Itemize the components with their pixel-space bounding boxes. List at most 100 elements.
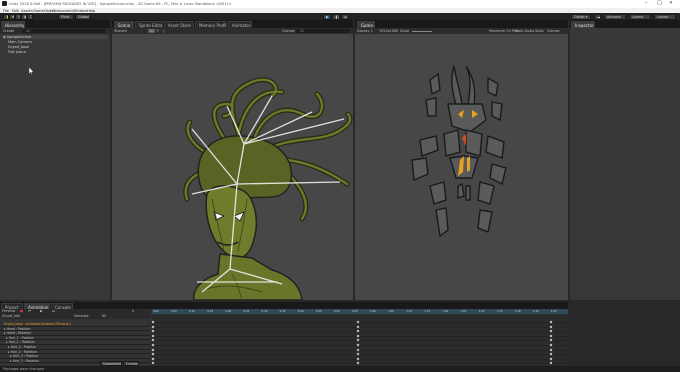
game-gizmos-dropdown[interactable]: Gizmos [547, 29, 560, 33]
menu-edit[interactable]: Edit [12, 9, 19, 13]
clip-dropdown[interactable]: Dryad_Idle [2, 314, 20, 318]
creature-sprite [411, 65, 507, 238]
pause-icon: ❚❚ [335, 14, 339, 19]
tab-asset-store[interactable]: Asset Store [164, 21, 194, 28]
title-bar: Unity 2018.3.0b6 - [PREVIEW PACKAGES IN … [0, 0, 680, 8]
property-label: ▸ Hair_3 : Position [10, 354, 39, 359]
timeline-row [152, 345, 568, 346]
timeline-ruler-label: 0:10 [189, 309, 195, 313]
pause-button[interactable]: ❚❚ [332, 13, 340, 20]
scale-slider[interactable] [412, 30, 432, 32]
main-toolbar: ✋ ✥ ↻ ▣ □ Pivot Global ▶ ❚❚ ⏭ Collab ▾ ☁… [0, 13, 680, 20]
audio-toggle-icon[interactable]: ♫ [162, 29, 165, 33]
close-button[interactable]: ✕ [669, 1, 673, 6]
hierarchy-item-label: Dryad_base [8, 45, 30, 49]
status-text: Packages were changed [3, 366, 44, 371]
mute-audio-toggle[interactable]: Mute Audio [515, 29, 534, 33]
scene-search-input[interactable]: All [296, 29, 350, 33]
bottom-tabbar: Project Animation Console [0, 302, 568, 310]
scene-tabbar: Scene Sprite Editor Asset Store Memory P… [112, 20, 353, 28]
hierarchy-item-flat-plane[interactable]: Flat plane [8, 50, 26, 54]
tab-memory-profiler[interactable]: Memory Profiler [195, 21, 227, 28]
window-title: Unity 2018.3.0b6 - [PREVIEW PACKAGES IN … [9, 1, 232, 6]
unity-logo-icon [2, 1, 7, 6]
inspector-panel: Inspector [570, 20, 680, 300]
timeline-ruler-label: 1:45 [532, 309, 539, 313]
timeline-ruler-label: 0:45 [315, 309, 322, 313]
2d-toggle[interactable]: 2D [148, 28, 155, 33]
tab-animator[interactable]: Animator [228, 21, 252, 28]
menu-file[interactable]: File [3, 9, 9, 13]
timeline-ruler-label: 0:00 [153, 309, 159, 313]
tab-game[interactable]: Game [357, 21, 375, 28]
resolution-dropdown[interactable]: 1920x1080 [379, 29, 398, 33]
keyframe-marker[interactable] [549, 325, 553, 329]
animation-controls: Preview ● ⏮ ▶ ⏭ 0 Dryad_Idle Samples 60 … [0, 309, 150, 366]
hierarchy-search-input[interactable]: All [22, 29, 106, 33]
animation-timeline[interactable]: 0:00 0:05 0:10 0:15 0:20 0:25 0:30 0:35 0:40 0:45… [151, 309, 568, 370]
timeline-ruler-label: 0:25 [243, 309, 250, 313]
property-label: Dryad_base : Animator.Enabled (Missing!) [4, 322, 71, 326]
timeline-keys [151, 314, 568, 370]
display-dropdown[interactable]: Display 1 [357, 29, 373, 33]
tab-hierarchy[interactable]: Hierarchy [1, 21, 25, 28]
timeline-ruler-label: 1:35 [496, 309, 503, 313]
hierarchy-item-main-camera[interactable]: Main Camera [8, 40, 32, 44]
play-button[interactable]: ▶ [323, 13, 331, 20]
menu-component[interactable]: Component [52, 9, 73, 13]
scene-gizmos-dropdown[interactable]: Gizmos [282, 29, 295, 33]
property-label: ▸ Head : Position [4, 326, 31, 331]
timeline-ruler-label: 1:15 [424, 309, 431, 313]
rect-tool-button[interactable]: □ [27, 13, 33, 20]
timeline-ruler-label: 1:30 [478, 309, 485, 313]
timeline-ruler-label: 0:35 [279, 309, 286, 313]
samples-field[interactable]: 60 [102, 314, 106, 318]
shading-mode-dropdown[interactable]: Shaded [114, 29, 127, 33]
dryad-character-sprite [183, 77, 353, 300]
last-keyframe-icon[interactable]: ⏭ [52, 309, 55, 313]
menu-window[interactable]: Window [73, 9, 87, 13]
step-button[interactable]: ⏭ [341, 13, 349, 20]
lighting-toggle-icon[interactable]: ☀ [156, 29, 159, 33]
keyframe-marker[interactable] [549, 348, 553, 352]
property-label: ▸ Head : Rotation [4, 331, 32, 336]
hierarchy-item-label: Flat plane [8, 50, 26, 54]
create-dropdown[interactable]: Create [3, 29, 14, 33]
game-toolbar: Display 1 1920x1080 Scale Maximize On Pl… [355, 28, 568, 34]
menu-assets[interactable]: Assets [21, 9, 33, 13]
preview-toggle[interactable]: Preview [2, 309, 15, 313]
frame-field[interactable]: 0 [132, 309, 134, 313]
property-label: ▸ Hair_1 : Position [6, 335, 35, 340]
pivot-toggle[interactable]: Pivot [58, 13, 74, 20]
account-dropdown[interactable]: Account [604, 13, 626, 20]
record-button[interactable]: ● [20, 309, 23, 313]
layout-dropdown[interactable]: Layout [654, 13, 676, 20]
hierarchy-item-label: Main Camera [8, 40, 32, 44]
menu-help[interactable]: Help [87, 9, 95, 13]
tab-inspector[interactable]: Inspector [571, 21, 595, 28]
maximize-button[interactable]: □ [657, 0, 662, 6]
hierarchy-scene-item[interactable]: ◈ SampleScene [3, 35, 107, 39]
timeline-row [152, 335, 568, 337]
animation-play-icon[interactable]: ▶ [40, 309, 43, 313]
layers-dropdown[interactable]: Layers [629, 13, 651, 20]
first-keyframe-icon[interactable]: ⏮ [28, 309, 31, 313]
cloud-button[interactable]: ☁ [594, 13, 601, 20]
timeline-ruler-label: 1:20 [442, 309, 449, 313]
timeline-ruler-label: 0:50 [333, 309, 340, 313]
mouse-cursor-icon [29, 67, 34, 75]
cloud-icon: ☁ [597, 14, 601, 19]
timeline-ruler-label: 1:50 [550, 309, 557, 313]
timeline-ruler-label: 0:40 [297, 309, 304, 313]
scene-panel: Scene Sprite Editor Asset Store Memory P… [112, 20, 353, 300]
timeline-row [152, 354, 568, 356]
tab-sprite-editor[interactable]: Sprite Editor [135, 21, 163, 28]
minimize-button[interactable]: – [645, 0, 648, 6]
global-toggle[interactable]: Global [75, 13, 91, 20]
hierarchy-item-dryad-base[interactable]: Dryad_base [8, 45, 29, 49]
property-label: ▸ Hair_3 : Rotation [10, 358, 40, 363]
hierarchy-search-placeholder: All [26, 28, 31, 33]
stats-toggle[interactable]: Stats [535, 29, 544, 33]
collab-dropdown[interactable]: Collab ▾ [571, 13, 591, 20]
tab-scene[interactable]: Scene [114, 21, 134, 28]
